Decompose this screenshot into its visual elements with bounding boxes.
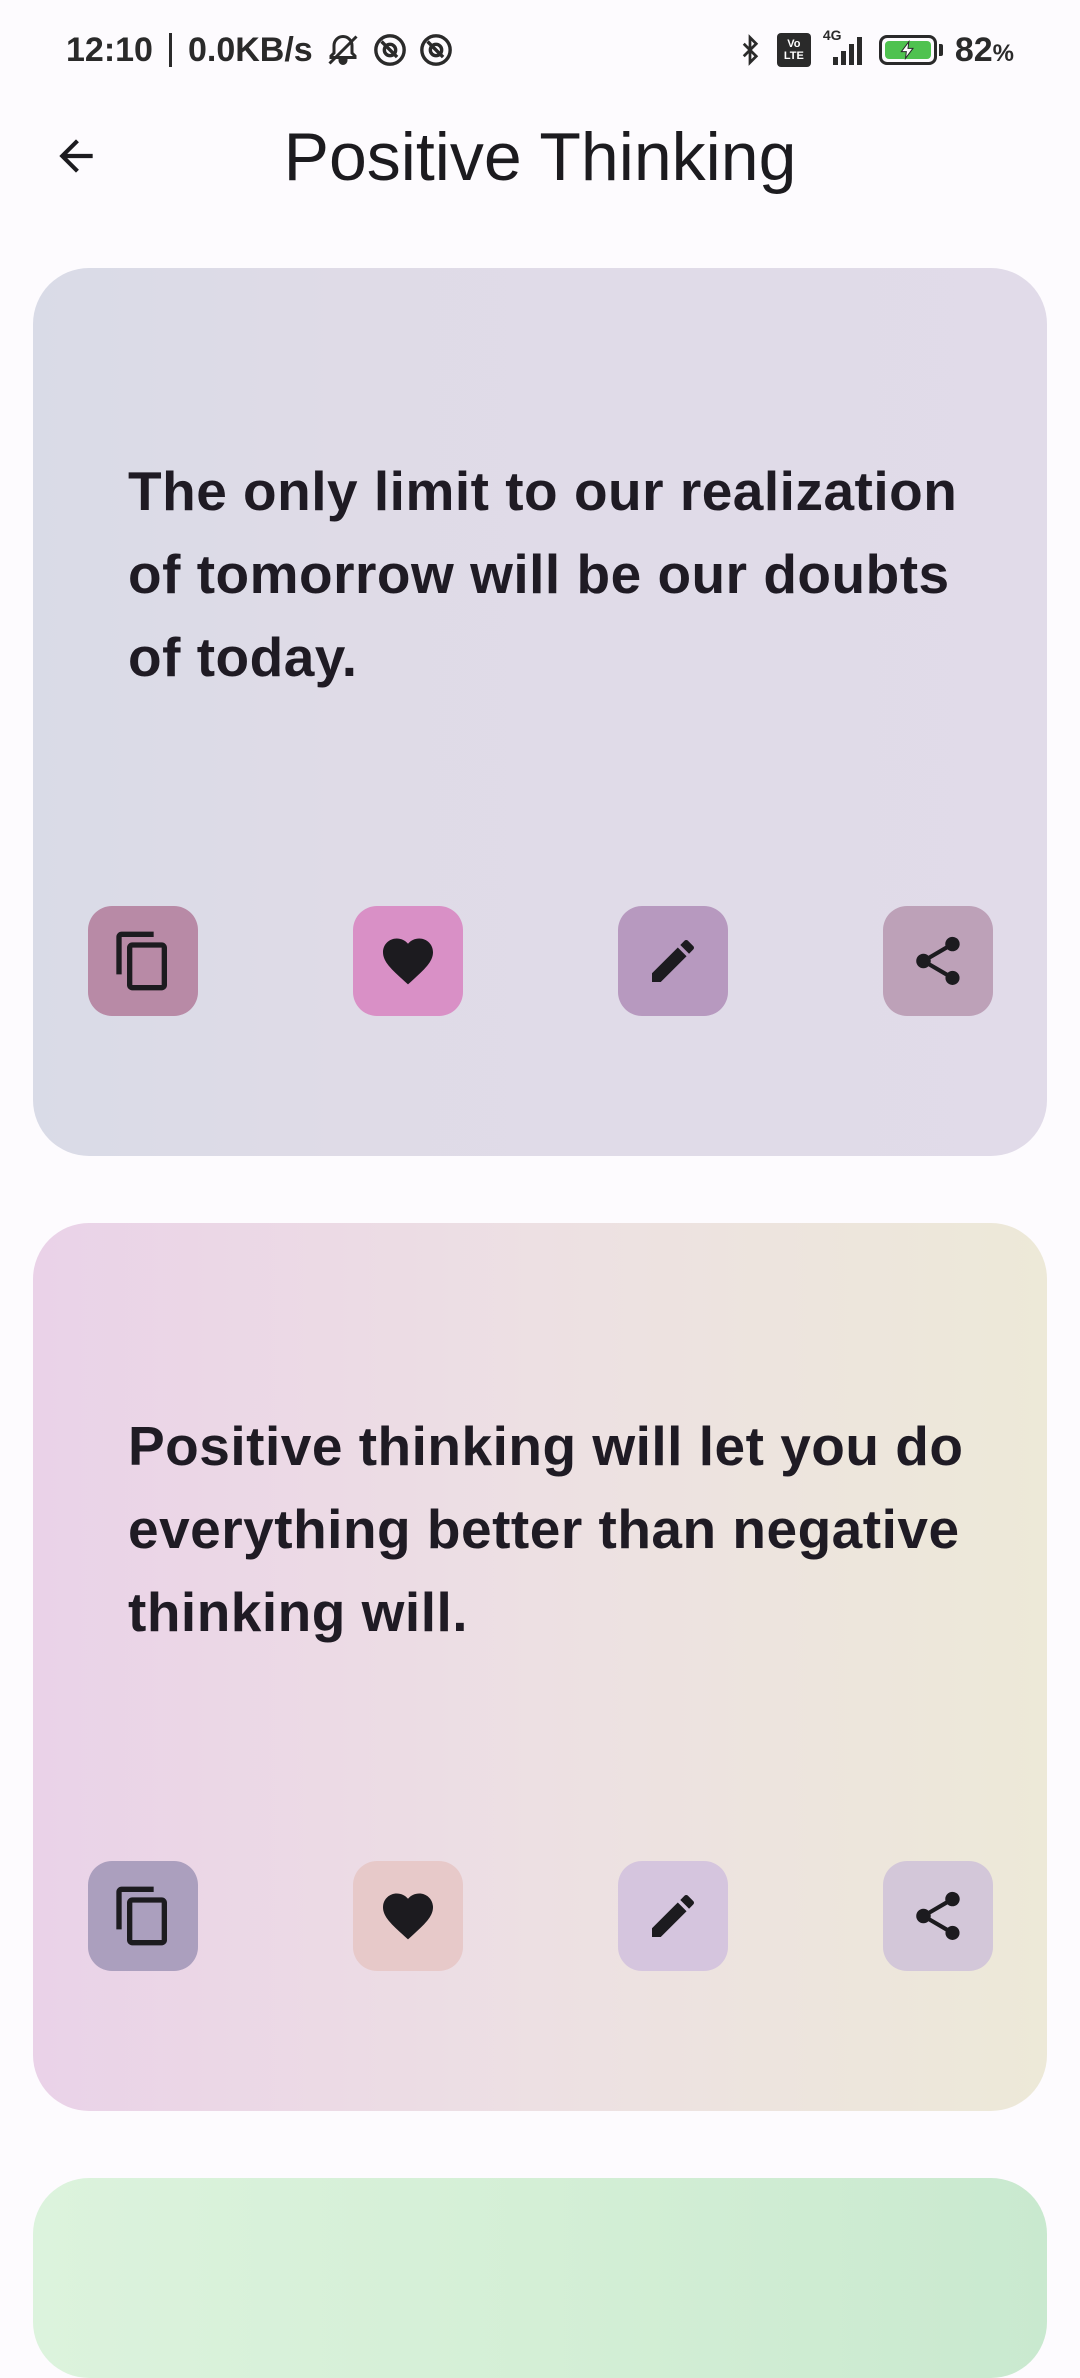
bluetooth-icon [735,33,765,67]
status-bar: 12:10 0.0KB/s Vo LTE 4G 82% [0,0,1080,100]
app-bar: Positive Thinking [0,100,1080,212]
signal-icon: 4G [823,27,867,67]
quote-card: Positive thinking will let you do everyt… [33,1223,1047,2111]
share-button[interactable] [883,906,993,1016]
copy-button[interactable] [88,906,198,1016]
edit-icon [652,939,695,982]
heart-icon [383,1893,433,1940]
battery-charging-icon [878,35,943,65]
arrow-left-icon [59,139,93,173]
volte-icon: Vo LTE [776,33,811,67]
copy-button[interactable] [88,1861,198,1971]
quote-text: Positive thinking will let you do everyt… [128,1415,964,1643]
share-button[interactable] [883,1861,993,1971]
edit-button[interactable] [618,1861,728,1971]
status-left: 12:10 0.0KB/s [66,31,453,70]
favorite-button[interactable] [353,906,463,1016]
edit-button[interactable] [618,906,728,1016]
battery-percent: 82% [955,31,1014,70]
battery-tip [938,44,943,56]
quote-card: The only limit to our realization of tom… [33,268,1047,1156]
share-icon [916,936,960,985]
battery-fill [884,40,931,60]
battery-percent-unit: % [992,39,1014,67]
status-right: Vo LTE 4G 82% [735,27,1014,70]
card-actions [88,1861,998,1971]
status-network-speed: 0.0KB/s [187,30,313,69]
heart-icon [383,938,433,985]
edit-icon [652,1894,695,1937]
bell-muted-icon [325,32,361,68]
copy-icon [116,931,167,991]
page-title: Positive Thinking [283,119,797,195]
share-icon [916,1891,960,1940]
volte-bottom-label: LTE [783,50,804,62]
at-sign-icon [373,33,407,67]
copy-icon [116,1886,167,1946]
status-separator [168,33,172,67]
network-type-label: 4G [822,27,842,43]
quote-text: The only limit to our realization of tom… [128,460,958,688]
favorite-button[interactable] [353,1861,463,1971]
volte-top-label: Vo [787,38,801,50]
card-actions [88,906,998,1016]
back-button[interactable] [38,118,114,194]
quote-card [33,2178,1047,2378]
status-time: 12:10 [66,30,153,69]
at-sign-icon [419,33,453,67]
battery-percent-value: 82 [954,30,993,69]
battery-body [878,35,937,65]
